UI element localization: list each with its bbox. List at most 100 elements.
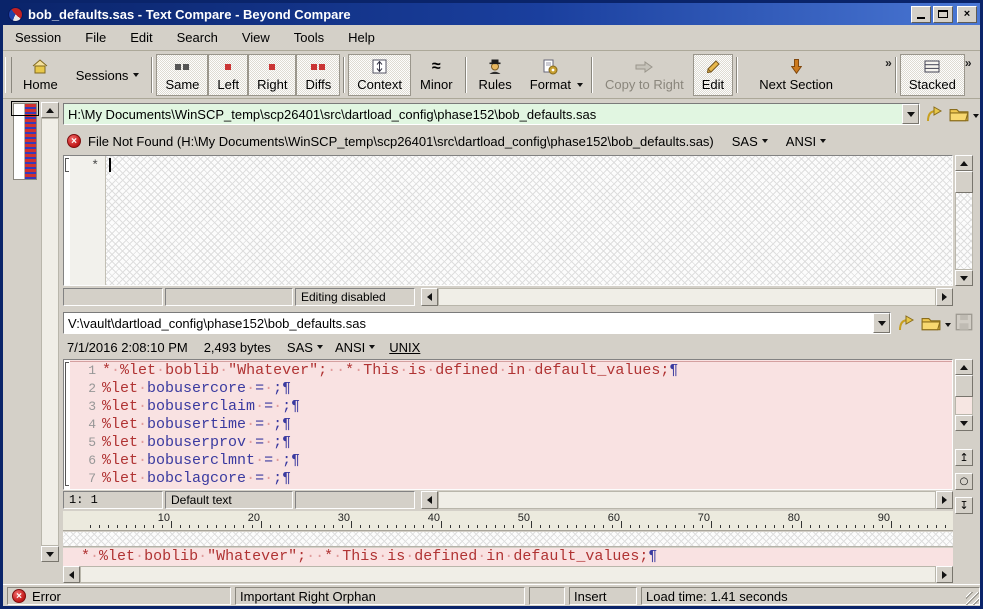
browse-folder-icon[interactable] [949, 106, 969, 127]
browse-folder-icon[interactable] [921, 315, 941, 336]
menu-edit[interactable]: Edit [118, 27, 164, 48]
right-file-path-combobox[interactable]: V:\vault\dartload_config\phase152\bob_de… [63, 312, 891, 334]
main-hscroll-left[interactable] [63, 566, 80, 583]
code-token: = [255, 416, 264, 433]
format-dropdown[interactable]: SAS [287, 340, 323, 355]
file-size: 2,493 bytes [204, 340, 271, 355]
context-button[interactable]: Context [348, 54, 411, 96]
path-dropdown-button[interactable] [873, 313, 890, 333]
toolbar-separator [736, 57, 738, 93]
ruler-label: 40 [416, 512, 440, 524]
left-file-path[interactable]: H:\My Documents\WinSCP_temp\scp26401\src… [64, 107, 902, 122]
next-difference-button[interactable]: ↧ [955, 497, 973, 514]
ruler-tick [666, 525, 667, 528]
save-icon[interactable] [955, 313, 973, 336]
left-status-segment-1 [63, 288, 163, 306]
maximize-button[interactable] [933, 6, 953, 23]
encoding-value: ANSI [335, 340, 365, 355]
menu-tools[interactable]: Tools [282, 27, 336, 48]
left-pane-hscroll-left[interactable] [421, 288, 438, 306]
swap-sides-icon[interactable] [897, 314, 917, 337]
right-pane-scroll-down[interactable] [955, 415, 973, 431]
title-bar[interactable]: bob_defaults.sas - Text Compare - Beyond… [3, 3, 980, 25]
left-diff-icon [225, 58, 231, 75]
ruler-tick [270, 525, 271, 528]
resize-grip[interactable] [966, 592, 979, 605]
left-pane-hscroll-track[interactable] [438, 288, 936, 306]
line-ending-dropdown[interactable]: UNIX [389, 340, 420, 355]
swap-sides-icon[interactable] [925, 105, 945, 128]
menu-view[interactable]: View [230, 27, 282, 48]
left-pane-scroll-down[interactable] [955, 270, 973, 286]
column-ruler: 102030405060708090100 [63, 511, 953, 531]
code-token: defined [414, 548, 477, 565]
previous-difference-button[interactable]: ↥ [955, 449, 973, 466]
left-scrollbar-track[interactable] [41, 118, 59, 546]
right-pane-hscroll-right[interactable] [936, 491, 953, 509]
format-button[interactable]: Format [521, 54, 588, 96]
stacked-icon [924, 58, 940, 75]
right-pane-hscroll-left[interactable] [421, 491, 438, 509]
encoding-dropdown[interactable]: ANSI [335, 340, 375, 355]
left-pane-scroll-thumb[interactable] [955, 171, 973, 193]
copy-to-right-button[interactable]: Copy to Right [596, 54, 693, 96]
diffs-button[interactable]: Diffs [296, 54, 340, 96]
menu-search[interactable]: Search [165, 27, 230, 48]
close-button[interactable]: × [957, 6, 977, 23]
same-button[interactable]: Same [156, 54, 208, 96]
format-dropdown[interactable]: SAS [732, 134, 768, 149]
arrow-right-icon [942, 496, 947, 504]
toolbar-grip[interactable] [5, 57, 12, 93]
menu-help[interactable]: Help [336, 27, 387, 48]
rules-button[interactable]: Rules [470, 54, 521, 96]
browse-dropdown-icon[interactable] [945, 323, 951, 327]
main-hscroll-right[interactable] [936, 566, 953, 583]
right-file-path[interactable]: V:\vault\dartload_config\phase152\bob_de… [64, 316, 873, 331]
home-button[interactable]: Home [14, 54, 67, 96]
code-token: ¶ [291, 398, 300, 415]
overflow-chevron-icon[interactable]: » [885, 56, 892, 70]
left-editor-gutter: * [70, 156, 106, 285]
minimize-button[interactable] [911, 6, 931, 23]
right-diff-icon [269, 58, 275, 75]
right-button[interactable]: Right [248, 54, 296, 96]
ruler-tick [522, 525, 523, 528]
ruler-tick [432, 525, 433, 528]
minor-button[interactable]: ≈ Minor [411, 54, 462, 96]
code-token: ; [282, 398, 291, 415]
space-dot: · [138, 470, 147, 487]
toolbar: Home Sessions Same Left Right Diffs [3, 52, 980, 99]
left-editor-pane[interactable]: * [63, 155, 953, 286]
code-token: ¶ [648, 548, 657, 565]
right-pane-hscroll-track[interactable] [438, 491, 936, 509]
ruler-tick [504, 525, 505, 528]
overflow-chevron-icon[interactable]: » [965, 56, 972, 70]
file-modified-time: 7/1/2016 2:08:10 PM [67, 340, 188, 355]
left-file-path-combobox[interactable]: H:\My Documents\WinSCP_temp\scp26401\src… [63, 103, 920, 125]
ruler-tick [783, 525, 784, 528]
browse-dropdown-icon[interactable] [973, 114, 979, 118]
right-pane-scroll-up[interactable] [955, 359, 973, 375]
next-section-button[interactable]: Next Section [741, 54, 851, 96]
right-pane-scroll-thumb[interactable] [955, 375, 973, 397]
left-scrollbar-down-button[interactable] [41, 546, 59, 562]
left-button[interactable]: Left [208, 54, 248, 96]
stacked-button[interactable]: Stacked [900, 54, 965, 96]
left-scrollbar-up-button[interactable] [41, 102, 59, 118]
space-dot: · [264, 470, 273, 487]
code-token: default_values; [534, 362, 669, 379]
left-pane-scroll-up[interactable] [955, 155, 973, 171]
encoding-dropdown[interactable]: ANSI [786, 134, 826, 149]
main-hscroll-track[interactable] [80, 566, 936, 583]
right-editor-pane[interactable]: 1*·%let·boblib·"Whatever";··*·This·is·de… [63, 359, 953, 490]
center-difference-button[interactable]: ○ [955, 473, 973, 490]
path-dropdown-button[interactable] [902, 104, 919, 124]
window-title: bob_defaults.sas - Text Compare - Beyond… [28, 7, 909, 22]
menu-file[interactable]: File [73, 27, 118, 48]
code-token: * [345, 362, 354, 379]
left-pane-hscroll-right[interactable] [936, 288, 953, 306]
menu-session[interactable]: Session [3, 27, 73, 48]
edit-button[interactable]: Edit [693, 54, 733, 96]
sessions-button[interactable]: Sessions [67, 54, 149, 96]
ruler-tick [495, 525, 496, 528]
